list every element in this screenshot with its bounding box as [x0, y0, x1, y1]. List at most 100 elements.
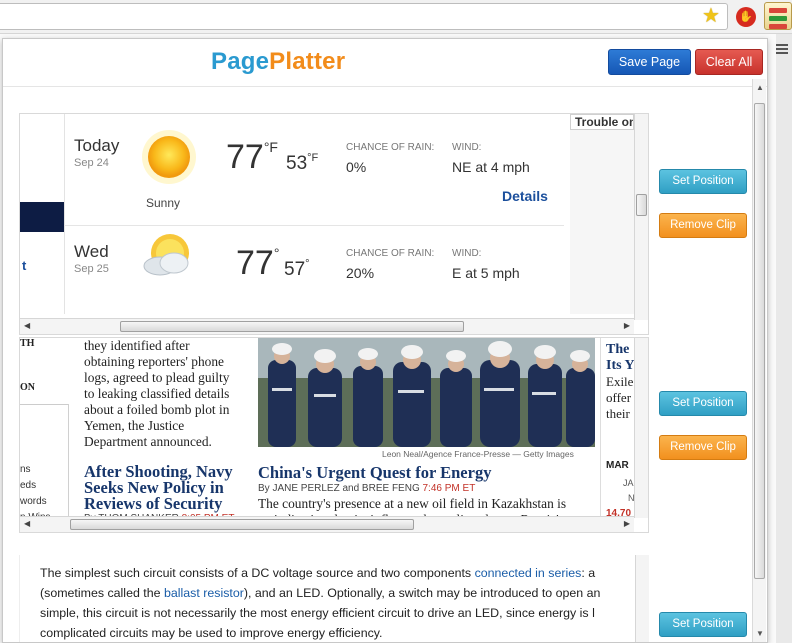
clip-news[interactable]: TH ON ns eds words n Wins they identifie…: [19, 337, 649, 533]
scroll-right-arrow-icon[interactable]: ▶: [624, 519, 630, 528]
weather-left-panel: t: [20, 114, 64, 314]
navy-headline-link[interactable]: After Shooting, Navy Seeks New Policy in…: [84, 463, 233, 512]
weather-row-separator: [64, 225, 564, 226]
oil-workers-photo: [258, 338, 595, 447]
body-line: to leaking classified details: [84, 386, 230, 401]
high-value: 77: [236, 244, 274, 282]
scroll-left-arrow-icon[interactable]: ◀: [24, 321, 30, 330]
address-bar[interactable]: [0, 3, 728, 30]
trouble-on-heading: Trouble on: [570, 114, 634, 130]
body-line: Yemen, the Justice: [84, 418, 185, 433]
set-position-button-1[interactable]: Set Position: [659, 169, 747, 194]
scroll-thumb[interactable]: [636, 194, 647, 216]
weather-day-wed: Wed: [74, 242, 109, 261]
clear-all-button[interactable]: Clear All: [695, 49, 763, 75]
logo-page-text: Page: [211, 48, 270, 75]
weather-date-today: Sep 24: [74, 157, 109, 169]
browser-menu-icon[interactable]: [776, 44, 788, 56]
low-unit: °F: [307, 152, 319, 164]
high-unit: °: [273, 245, 280, 261]
weather-condition-today: Sunny: [146, 196, 181, 210]
markets-label: MAR: [606, 460, 629, 471]
pageplatter-logo: PagePlatter: [211, 48, 345, 76]
browser-toolbar: ★ ✋: [0, 0, 792, 34]
text: ), and an LED. Optionally, a switch may …: [243, 586, 601, 600]
low-value: 53: [286, 153, 308, 174]
news-left-small: ns: [20, 464, 31, 475]
high-value: 77: [226, 138, 264, 176]
popup-main-scrollbar[interactable]: ▲ ▼: [752, 79, 766, 642]
remove-clip-button-2[interactable]: Remove Clip: [659, 435, 747, 460]
clip-news-horizontal-scrollbar[interactable]: ◀ ▶: [20, 516, 634, 532]
body-line: logs, agreed to plead guilty: [84, 370, 230, 385]
news-left-label: ON: [20, 382, 35, 393]
weather-low-today: 53°F: [286, 152, 318, 175]
wind-label-wed: WIND:: [452, 248, 482, 259]
wind-label-today: WIND:: [452, 142, 482, 153]
news-left-small: eds: [20, 480, 37, 491]
weather-right-panel: Trouble on: [570, 114, 634, 314]
news-left-rule: [20, 404, 68, 405]
right-body-line: Exile: [606, 374, 634, 389]
article-line: The simplest such circuit consists of a …: [40, 566, 595, 580]
china-headline-link[interactable]: China's Urgent Quest for Energy: [258, 464, 491, 481]
scroll-left-arrow-icon[interactable]: ◀: [24, 519, 30, 528]
summary-line: The country's presence at a new oil fiel…: [258, 496, 567, 511]
low-value: 57: [284, 259, 306, 280]
weather-date-wed: Sep 25: [74, 263, 109, 275]
news-left-small: words: [20, 496, 47, 507]
connected-in-series-link[interactable]: connected in series: [475, 566, 582, 580]
byline-author: By JANE PERLEZ and BREE FENG: [258, 483, 420, 494]
body-line: about a foiled bomb plot in: [84, 402, 230, 417]
clip-news-vertical-scrollbar[interactable]: [634, 338, 648, 518]
clip-weather-vertical-scrollbar[interactable]: [634, 114, 648, 320]
clip-article-vertical-scrollbar[interactable]: [635, 555, 649, 642]
scroll-thumb[interactable]: [120, 321, 464, 332]
oil-workers-illustration: [258, 338, 595, 447]
scroll-down-arrow-icon[interactable]: ▼: [756, 629, 764, 638]
scroll-right-arrow-icon[interactable]: ▶: [624, 321, 630, 330]
remove-clip-button-1[interactable]: Remove Clip: [659, 213, 747, 238]
ballast-resistor-link[interactable]: ballast resistor: [164, 586, 244, 600]
news-left-label: TH: [20, 338, 35, 349]
clip-article-text[interactable]: The simplest such circuit consists of a …: [19, 555, 649, 642]
weather-divider: [64, 114, 65, 314]
set-position-button-2[interactable]: Set Position: [659, 391, 747, 416]
right-headline-line[interactable]: The: [606, 342, 629, 358]
weather-low-wed: 57°: [284, 258, 310, 281]
text: : a: [581, 566, 596, 580]
news-article-body: they identified after obtaining reporter…: [84, 338, 260, 450]
rain-value-today: 0%: [346, 159, 367, 175]
scroll-thumb[interactable]: [754, 103, 765, 579]
clip-weather[interactable]: t Today Sep 24 Sunny 77°F 53°F CHANCE OF…: [19, 113, 649, 335]
clip-weather-horizontal-scrollbar[interactable]: ◀ ▶: [20, 318, 634, 334]
header-divider: [3, 86, 767, 87]
weather-left-fragment: t: [22, 258, 27, 273]
weather-left-navy-block: [20, 202, 64, 232]
bookmark-star-icon[interactable]: ★: [702, 4, 720, 28]
wind-value-wed: E at 5 mph: [452, 265, 520, 281]
byline-time: 7:46 PM ET: [422, 483, 476, 494]
adblock-extension-icon[interactable]: ✋: [736, 7, 756, 27]
rain-label-wed: CHANCE OF RAIN:: [346, 248, 435, 259]
weather-details-link[interactable]: Details: [502, 188, 548, 204]
right-body-line: offer: [606, 390, 632, 405]
scroll-up-arrow-icon[interactable]: ▲: [756, 83, 764, 92]
news-column-rule: [68, 404, 69, 524]
partly-cloudy-icon: [143, 234, 189, 276]
weather-high-today: 77°F: [226, 138, 278, 177]
set-position-button-3[interactable]: Set Position: [659, 612, 747, 637]
wind-value-today: NE at 4 mph: [452, 159, 530, 175]
pageplatter-extension-icon[interactable]: [764, 2, 792, 30]
pageplatter-popup: PagePlatter Save Page Clear All t Today …: [2, 38, 768, 643]
sunny-icon: [142, 130, 196, 184]
text: (sometimes called the: [40, 586, 164, 600]
right-headline-line[interactable]: Its Y: [606, 358, 635, 374]
save-page-button[interactable]: Save Page: [608, 49, 691, 75]
scroll-thumb[interactable]: [70, 519, 414, 530]
rain-label-today: CHANCE OF RAIN:: [346, 142, 435, 153]
high-unit: °F: [263, 139, 278, 155]
rain-value-wed: 20%: [346, 265, 375, 281]
weather-day-today: Today: [74, 136, 120, 155]
body-line: they identified after: [84, 338, 190, 353]
